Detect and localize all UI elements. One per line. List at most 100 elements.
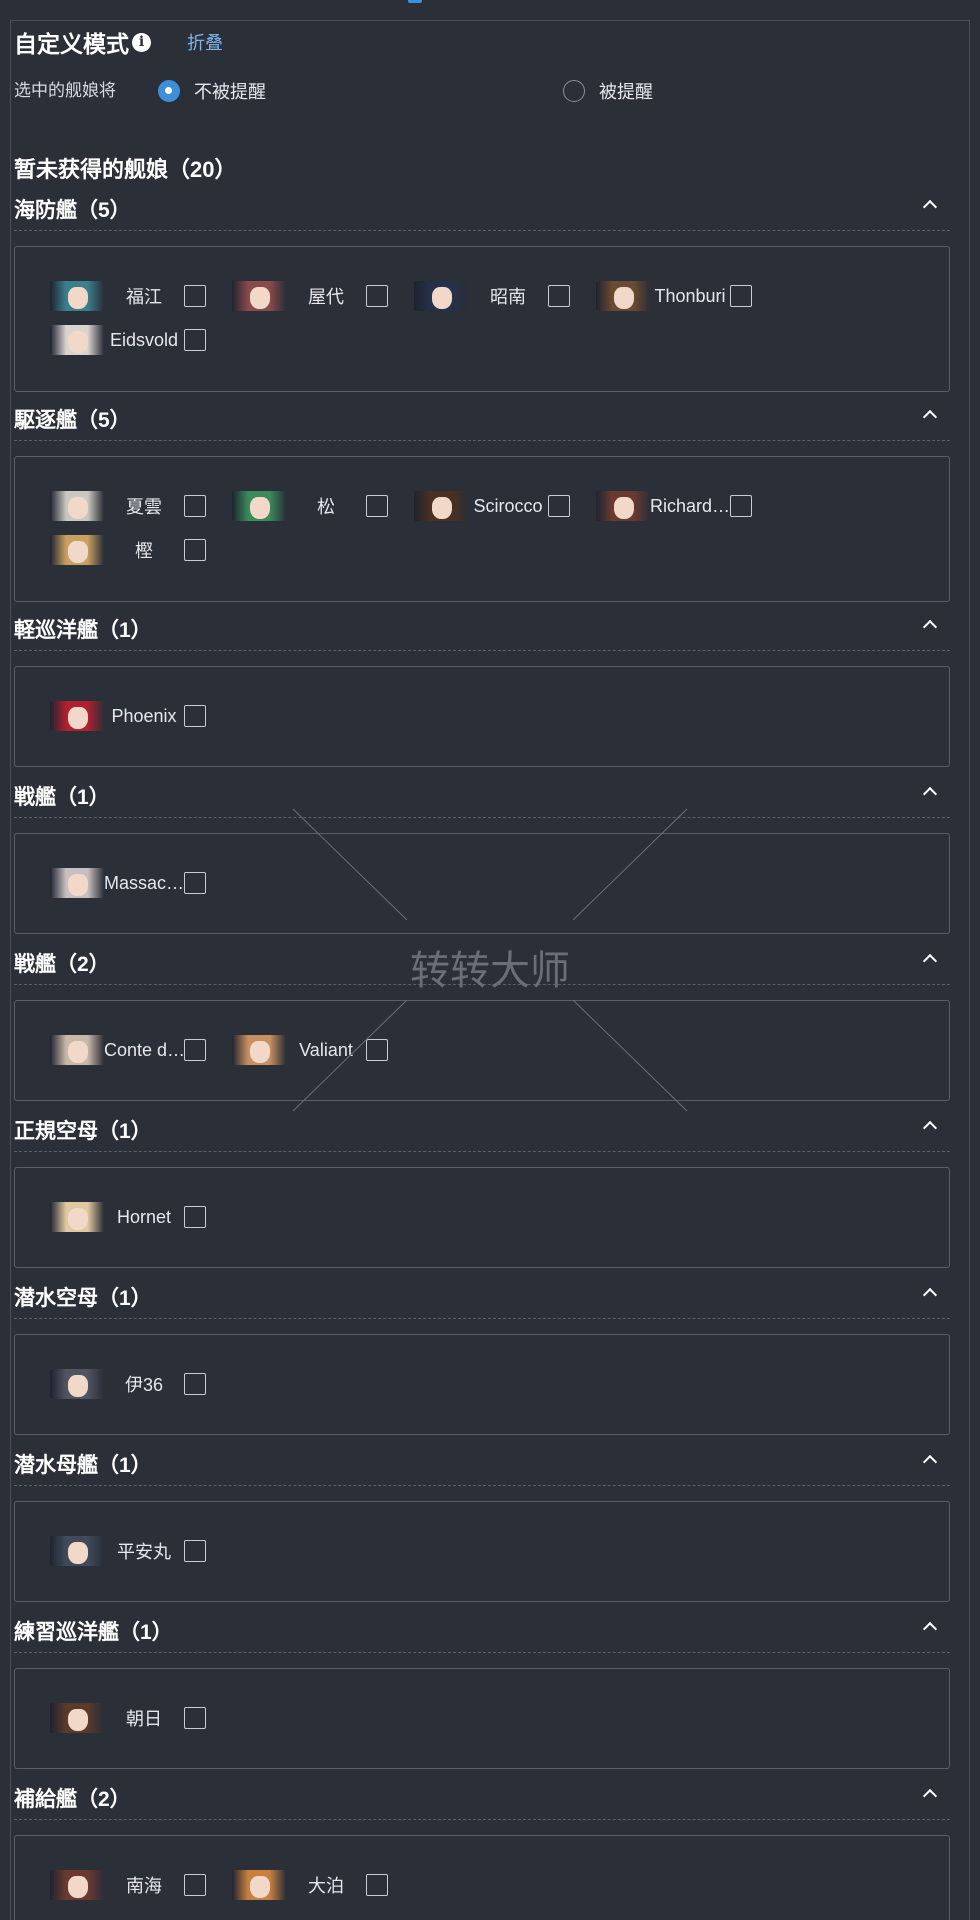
ship-item: 昭南 <box>414 281 594 311</box>
radio-no-remind-label: 不被提醒 <box>194 82 266 102</box>
ship-avatar <box>414 281 468 311</box>
chevron-up-icon[interactable] <box>922 1618 936 1632</box>
ship-item: Scirocco <box>414 491 594 521</box>
section-title: 潜水母艦（1） <box>14 1454 152 1477</box>
ship-type-section: 海防艦（5） 福江 屋代 昭南 Thonburi Eidsvold <box>14 186 950 392</box>
section-header: 補給艦（2） <box>14 1775 950 1820</box>
panel-title: 自定义模式 <box>14 31 129 57</box>
ship-avatar <box>232 281 286 311</box>
chevron-up-icon[interactable] <box>922 406 936 420</box>
ship-avatar <box>50 1202 104 1232</box>
radio-unchecked-icon <box>563 80 585 102</box>
chevron-up-icon[interactable] <box>922 616 936 630</box>
section-title: 潜水空母（1） <box>14 1287 152 1310</box>
chevron-up-icon[interactable] <box>922 950 936 964</box>
section-title: 海防艦（5） <box>14 199 131 222</box>
ship-checkbox[interactable] <box>548 285 570 307</box>
ship-item: 朝日 <box>50 1703 230 1733</box>
ship-list-box: 福江 屋代 昭南 Thonburi Eidsvold <box>14 246 950 392</box>
info-icon[interactable]: i <box>132 32 151 52</box>
ship-avatar <box>50 1369 104 1399</box>
radio-remind[interactable]: 被提醒 <box>563 78 653 104</box>
ship-item: 松 <box>232 491 412 521</box>
ship-checkbox[interactable] <box>184 495 206 517</box>
section-title: 戦艦（2） <box>14 953 110 976</box>
radio-checked-icon <box>158 80 180 102</box>
radio-no-remind[interactable]: 不被提醒 <box>158 78 266 104</box>
ship-type-section: 補給艦（2） 南海 大泊 <box>14 1775 950 1920</box>
ship-checkbox[interactable] <box>730 285 752 307</box>
ship-item: Conte d… <box>50 1035 230 1065</box>
ship-type-section: 戦艦（1） Massac… <box>14 773 950 934</box>
ship-name: 朝日 <box>126 1709 162 1729</box>
ship-name: Hornet <box>116 1206 172 1227</box>
ship-name: Scirocco <box>473 495 543 516</box>
section-title: 戦艦（1） <box>14 786 110 809</box>
ship-checkbox[interactable] <box>184 705 206 727</box>
chevron-up-icon[interactable] <box>922 783 936 797</box>
reminder-mode-row: 选中的舰娘将 不被提醒 被提醒 <box>14 78 944 128</box>
ship-list-box: 平安丸 <box>14 1501 950 1602</box>
ship-name: Massac… <box>104 872 184 893</box>
chevron-up-icon[interactable] <box>922 196 936 210</box>
ship-avatar <box>50 281 104 311</box>
ship-checkbox[interactable] <box>184 1707 206 1729</box>
chevron-up-icon[interactable] <box>922 1451 936 1465</box>
ship-name: 南海 <box>126 1876 162 1896</box>
chevron-up-icon[interactable] <box>922 1284 936 1298</box>
ship-checkbox[interactable] <box>184 872 206 894</box>
ship-type-section: 駆逐艦（5） 夏雲 松 Scirocco Richard… 樫 <box>14 396 950 602</box>
ship-checkbox[interactable] <box>184 1874 206 1896</box>
section-header: 戦艦（2） <box>14 940 950 985</box>
ship-item: Thonburi <box>596 281 776 311</box>
chevron-up-icon[interactable] <box>922 1785 936 1799</box>
ship-name: Conte d… <box>104 1039 184 1060</box>
ship-list-box: 伊36 <box>14 1334 950 1435</box>
unobtained-heading: 暂未获得的舰娘（20） <box>14 157 237 182</box>
ship-checkbox[interactable] <box>184 1373 206 1395</box>
ship-checkbox[interactable] <box>366 1874 388 1896</box>
section-header: 正規空母（1） <box>14 1107 950 1152</box>
ship-checkbox[interactable] <box>184 329 206 351</box>
ship-item: 夏雲 <box>50 491 230 521</box>
ship-checkbox[interactable] <box>184 285 206 307</box>
ship-checkbox[interactable] <box>730 495 752 517</box>
ship-name: 昭南 <box>490 287 526 307</box>
ship-name: Valiant <box>299 1039 353 1060</box>
ship-name: Richard… <box>650 495 730 516</box>
ship-avatar <box>50 701 104 731</box>
ship-checkbox[interactable] <box>184 539 206 561</box>
ship-avatar <box>414 491 468 521</box>
fold-link[interactable]: 折叠 <box>187 29 223 55</box>
ship-checkbox[interactable] <box>184 1540 206 1562</box>
ship-list-box: Massac… <box>14 833 950 934</box>
ship-avatar <box>50 535 104 565</box>
ship-checkbox[interactable] <box>366 285 388 307</box>
ship-type-section: 潜水空母（1） 伊36 <box>14 1274 950 1435</box>
ship-checkbox[interactable] <box>548 495 570 517</box>
radio-remind-label: 被提醒 <box>599 82 653 102</box>
ship-list-box: Conte d… Valiant <box>14 1000 950 1101</box>
ship-name: Thonburi <box>654 285 726 306</box>
reminder-mode-label: 选中的舰娘将 <box>14 81 116 100</box>
ship-item: Massac… <box>50 868 230 898</box>
ship-type-section: 軽巡洋艦（1） Phoenix <box>14 606 950 767</box>
ship-type-section: 正規空母（1） Hornet <box>14 1107 950 1268</box>
ship-avatar <box>232 1870 286 1900</box>
ship-checkbox[interactable] <box>184 1039 206 1061</box>
ship-name: 松 <box>317 497 335 517</box>
ship-checkbox[interactable] <box>366 1039 388 1061</box>
ship-checkbox[interactable] <box>366 495 388 517</box>
ship-avatar <box>50 1870 104 1900</box>
ship-item: 伊36 <box>50 1369 230 1399</box>
ship-type-section: 潜水母艦（1） 平安丸 <box>14 1441 950 1602</box>
chevron-up-icon[interactable] <box>922 1117 936 1131</box>
ship-item: Richard… <box>596 491 776 521</box>
section-title: 練習巡洋艦（1） <box>14 1621 173 1644</box>
section-title: 駆逐艦（5） <box>14 409 131 432</box>
ship-avatar <box>50 1035 104 1065</box>
section-header: 練習巡洋艦（1） <box>14 1608 950 1653</box>
ship-list-box: Phoenix <box>14 666 950 767</box>
ship-checkbox[interactable] <box>184 1206 206 1228</box>
panel-header: 自定义模式 i 折叠 <box>14 25 223 59</box>
